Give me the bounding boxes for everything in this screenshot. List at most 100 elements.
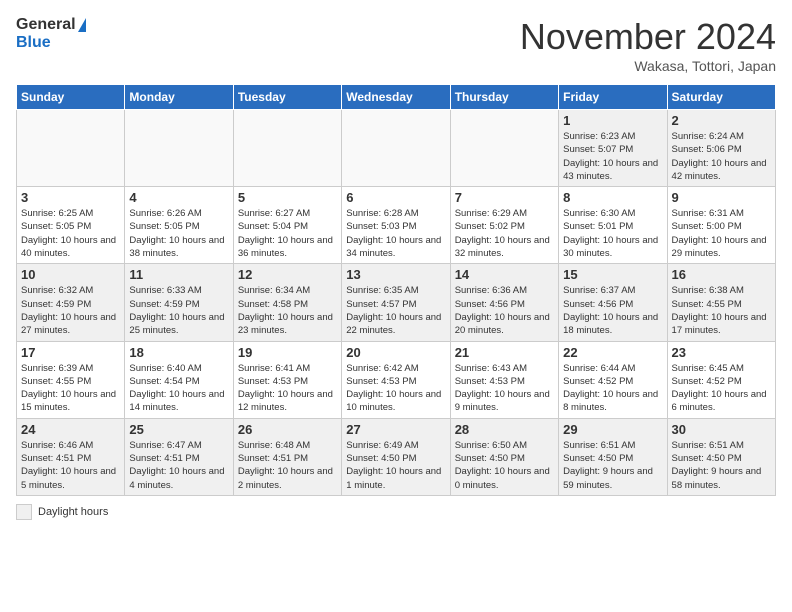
- day-number: 30: [672, 422, 771, 437]
- location: Wakasa, Tottori, Japan: [520, 58, 776, 74]
- day-info: Sunrise: 6:46 AM Sunset: 4:51 PM Dayligh…: [21, 439, 120, 492]
- calendar-cell: 7 Sunrise: 6:29 AM Sunset: 5:02 PM Daylig…: [450, 187, 558, 264]
- calendar-cell: 1 Sunrise: 6:23 AM Sunset: 5:07 PM Daylig…: [559, 110, 667, 187]
- calendar-cell: 26 Sunrise: 6:48 AM Sunset: 4:51 PM Dayli…: [233, 418, 341, 495]
- calendar-week-row: 24Sunrise: 6:46 AM Sunset: 4:51 PM Dayli…: [17, 418, 776, 495]
- calendar-cell: [125, 110, 233, 187]
- title-block: November 2024 Wakasa, Tottori, Japan: [520, 16, 776, 74]
- day-number: 7: [455, 190, 554, 205]
- day-info: Sunrise: 6:43 AM Sunset: 4:53 PM Dayligh…: [455, 362, 554, 415]
- day-info: Sunrise: 6:39 AM Sunset: 4:55 PM Dayligh…: [21, 362, 120, 415]
- day-info: Sunrise: 6:36 AM Sunset: 4:56 PM Dayligh…: [455, 284, 554, 337]
- day-info: Sunrise: 6:23 AM Sunset: 5:07 PM Dayligh…: [563, 130, 662, 183]
- calendar-week-row: 3 Sunrise: 6:25 AM Sunset: 5:05 PM Daylig…: [17, 187, 776, 264]
- calendar-cell: 11 Sunrise: 6:33 AM Sunset: 4:59 PM Dayli…: [125, 264, 233, 341]
- day-number: 4: [129, 190, 228, 205]
- calendar-cell: 14 Sunrise: 6:36 AM Sunset: 4:56 PM Dayli…: [450, 264, 558, 341]
- calendar-cell: 5 Sunrise: 6:27 AM Sunset: 5:04 PM Daylig…: [233, 187, 341, 264]
- calendar-col-header: Saturday: [667, 85, 775, 110]
- month-title: November 2024: [520, 16, 776, 58]
- day-info: Sunrise: 6:33 AM Sunset: 4:59 PM Dayligh…: [129, 284, 228, 337]
- calendar-cell: 28 Sunrise: 6:50 AM Sunset: 4:50 PM Dayli…: [450, 418, 558, 495]
- day-info: Sunrise: 6:51 AM Sunset: 4:50 PM Dayligh…: [672, 439, 771, 492]
- day-info: Sunrise: 6:25 AM Sunset: 5:05 PM Dayligh…: [21, 207, 120, 260]
- day-number: 3: [21, 190, 120, 205]
- day-number: 16: [672, 267, 771, 282]
- day-number: 12: [238, 267, 337, 282]
- calendar-table: SundayMondayTuesdayWednesdayThursdayFrid…: [16, 84, 776, 496]
- day-number: 19: [238, 345, 337, 360]
- calendar-cell: [342, 110, 450, 187]
- day-info: Sunrise: 6:34 AM Sunset: 4:58 PM Dayligh…: [238, 284, 337, 337]
- footer: Daylight hours: [16, 504, 776, 520]
- day-number: 8: [563, 190, 662, 205]
- day-number: 14: [455, 267, 554, 282]
- calendar-col-header: Thursday: [450, 85, 558, 110]
- calendar-week-row: 1 Sunrise: 6:23 AM Sunset: 5:07 PM Daylig…: [17, 110, 776, 187]
- day-number: 13: [346, 267, 445, 282]
- day-number: 2: [672, 113, 771, 128]
- day-number: 17: [21, 345, 120, 360]
- calendar-cell: 24Sunrise: 6:46 AM Sunset: 4:51 PM Dayli…: [17, 418, 125, 495]
- day-info: Sunrise: 6:44 AM Sunset: 4:52 PM Dayligh…: [563, 362, 662, 415]
- day-number: 26: [238, 422, 337, 437]
- logo-blue: Blue: [16, 34, 86, 52]
- calendar-cell: 23Sunrise: 6:45 AM Sunset: 4:52 PM Dayli…: [667, 341, 775, 418]
- day-info: Sunrise: 6:38 AM Sunset: 4:55 PM Dayligh…: [672, 284, 771, 337]
- calendar-cell: 9Sunrise: 6:31 AM Sunset: 5:00 PM Daylig…: [667, 187, 775, 264]
- calendar-cell: [450, 110, 558, 187]
- calendar-cell: 29 Sunrise: 6:51 AM Sunset: 4:50 PM Dayli…: [559, 418, 667, 495]
- day-info: Sunrise: 6:40 AM Sunset: 4:54 PM Dayligh…: [129, 362, 228, 415]
- calendar-cell: 6Sunrise: 6:28 AM Sunset: 5:03 PM Daylig…: [342, 187, 450, 264]
- calendar-week-row: 17 Sunrise: 6:39 AM Sunset: 4:55 PM Dayli…: [17, 341, 776, 418]
- day-info: Sunrise: 6:30 AM Sunset: 5:01 PM Dayligh…: [563, 207, 662, 260]
- day-number: 29: [563, 422, 662, 437]
- calendar-cell: 30 Sunrise: 6:51 AM Sunset: 4:50 PM Dayli…: [667, 418, 775, 495]
- day-number: 11: [129, 267, 228, 282]
- calendar-cell: 13Sunrise: 6:35 AM Sunset: 4:57 PM Dayli…: [342, 264, 450, 341]
- day-info: Sunrise: 6:29 AM Sunset: 5:02 PM Dayligh…: [455, 207, 554, 260]
- calendar-col-header: Wednesday: [342, 85, 450, 110]
- calendar-cell: 17 Sunrise: 6:39 AM Sunset: 4:55 PM Dayli…: [17, 341, 125, 418]
- calendar-col-header: Tuesday: [233, 85, 341, 110]
- calendar-col-header: Sunday: [17, 85, 125, 110]
- day-number: 20: [346, 345, 445, 360]
- logo-general: General: [16, 16, 76, 34]
- day-info: Sunrise: 6:32 AM Sunset: 4:59 PM Dayligh…: [21, 284, 120, 337]
- daylight-label: Daylight hours: [38, 506, 108, 518]
- day-number: 18: [129, 345, 228, 360]
- logo-triangle-icon: [78, 18, 86, 32]
- day-info: Sunrise: 6:48 AM Sunset: 4:51 PM Dayligh…: [238, 439, 337, 492]
- calendar-cell: 19 Sunrise: 6:41 AM Sunset: 4:53 PM Dayli…: [233, 341, 341, 418]
- day-number: 21: [455, 345, 554, 360]
- calendar-cell: 18 Sunrise: 6:40 AM Sunset: 4:54 PM Dayli…: [125, 341, 233, 418]
- day-number: 1: [563, 113, 662, 128]
- calendar-cell: 16 Sunrise: 6:38 AM Sunset: 4:55 PM Dayli…: [667, 264, 775, 341]
- calendar-cell: 22Sunrise: 6:44 AM Sunset: 4:52 PM Dayli…: [559, 341, 667, 418]
- day-number: 15: [563, 267, 662, 282]
- day-info: Sunrise: 6:37 AM Sunset: 4:56 PM Dayligh…: [563, 284, 662, 337]
- day-info: Sunrise: 6:51 AM Sunset: 4:50 PM Dayligh…: [563, 439, 662, 492]
- calendar-cell: 12 Sunrise: 6:34 AM Sunset: 4:58 PM Dayli…: [233, 264, 341, 341]
- day-info: Sunrise: 6:27 AM Sunset: 5:04 PM Dayligh…: [238, 207, 337, 260]
- day-number: 23: [672, 345, 771, 360]
- day-info: Sunrise: 6:24 AM Sunset: 5:06 PM Dayligh…: [672, 130, 771, 183]
- day-info: Sunrise: 6:41 AM Sunset: 4:53 PM Dayligh…: [238, 362, 337, 415]
- calendar-cell: [17, 110, 125, 187]
- day-info: Sunrise: 6:26 AM Sunset: 5:05 PM Dayligh…: [129, 207, 228, 260]
- calendar-week-row: 10Sunrise: 6:32 AM Sunset: 4:59 PM Dayli…: [17, 264, 776, 341]
- calendar-cell: 8 Sunrise: 6:30 AM Sunset: 5:01 PM Daylig…: [559, 187, 667, 264]
- calendar-cell: 4 Sunrise: 6:26 AM Sunset: 5:05 PM Daylig…: [125, 187, 233, 264]
- calendar-cell: 25Sunrise: 6:47 AM Sunset: 4:51 PM Dayli…: [125, 418, 233, 495]
- day-number: 25: [129, 422, 228, 437]
- day-number: 5: [238, 190, 337, 205]
- logo: General Blue: [16, 16, 86, 52]
- day-number: 28: [455, 422, 554, 437]
- calendar-col-header: Friday: [559, 85, 667, 110]
- day-number: 9: [672, 190, 771, 205]
- day-info: Sunrise: 6:50 AM Sunset: 4:50 PM Dayligh…: [455, 439, 554, 492]
- calendar-header-row: SundayMondayTuesdayWednesdayThursdayFrid…: [17, 85, 776, 110]
- calendar-cell: 20Sunrise: 6:42 AM Sunset: 4:53 PM Dayli…: [342, 341, 450, 418]
- day-info: Sunrise: 6:28 AM Sunset: 5:03 PM Dayligh…: [346, 207, 445, 260]
- page-header: General Blue November 2024 Wakasa, Totto…: [16, 16, 776, 74]
